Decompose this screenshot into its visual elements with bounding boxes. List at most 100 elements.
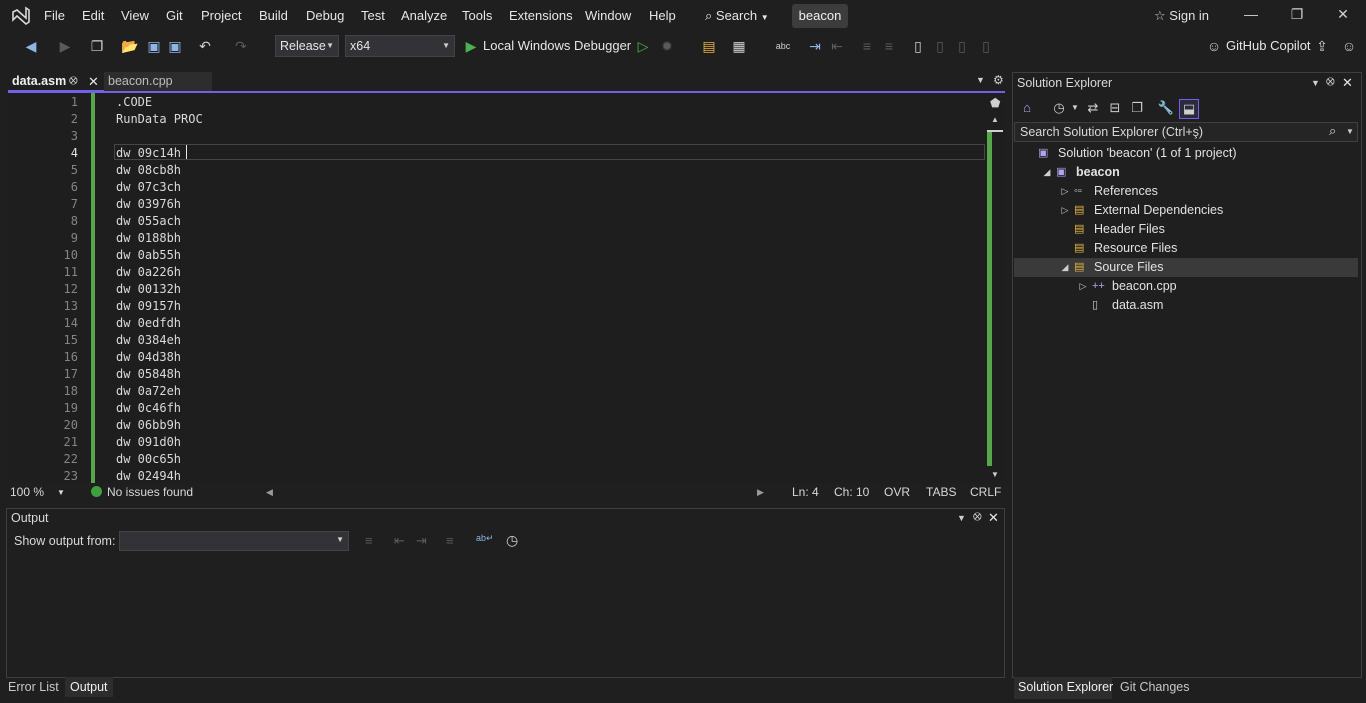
indent-icon[interactable]: ⇥ [806,37,824,55]
menu-help[interactable]: Help [649,8,676,23]
code-line[interactable]: 2 RunData PROC [8,111,988,128]
restore-icon[interactable]: ❐ [1287,6,1307,26]
code-line[interactable]: 9 dw 0188bh [8,230,988,247]
project-name-badge[interactable]: beacon [792,4,848,28]
menu-analyze[interactable]: Analyze [401,8,447,23]
pin-icon[interactable]: ⭙ [1326,76,1335,89]
properties-icon[interactable]: 🔧 [1157,99,1175,117]
scroll-left-icon[interactable]: ◀ [266,487,273,498]
minimize-icon[interactable]: — [1241,6,1261,26]
menu-tools[interactable]: Tools [462,8,492,23]
sync-icon[interactable]: ⇄ [1084,99,1102,117]
code-line[interactable]: 16 dw 04d38h [8,349,988,366]
menu-window[interactable]: Window [585,8,631,23]
code-line[interactable]: 7 dw 03976h [8,196,988,213]
menu-git[interactable]: Git [166,8,183,23]
panel-menu-icon[interactable]: ▼ [1311,78,1320,88]
expand-icon[interactable]: ▷ [1060,201,1070,220]
code-line[interactable]: 3 [8,128,988,145]
tree-item[interactable]: ◢ ▤ Source Files [1014,258,1358,277]
code-line[interactable]: 12 dw 00132h [8,281,988,298]
solution-folder-icon[interactable]: ▤ [700,37,718,55]
code-line[interactable]: 23 dw 02494h [8,468,988,483]
code-line[interactable]: 22 dw 00c65h [8,451,988,468]
menu-file[interactable]: File [44,8,65,23]
tree-item[interactable]: ▣ Solution 'beacon' (1 of 1 project) [1014,144,1358,163]
scrollbar-map[interactable] [987,130,992,466]
tab-git-changes[interactable]: Git Changes [1120,680,1189,694]
save-icon[interactable]: ▣ [145,37,163,55]
gear-icon[interactable]: ⚙ [993,73,1004,87]
tab-error-list[interactable]: Error List [8,680,59,694]
sign-in-button[interactable]: ☆ Sign in [1154,8,1209,24]
pin-icon[interactable]: ⭙ [69,75,78,88]
scroll-right-icon[interactable]: ▶ [757,487,764,498]
code-line[interactable]: 19 dw 0c46fh [8,400,988,417]
code-line[interactable]: 14 dw 0edfdh [8,315,988,332]
code-line[interactable]: 10 dw 0ab55h [8,247,988,264]
copilot-icon[interactable]: ☺ [1205,37,1223,55]
close-panel-icon[interactable]: ✕ [988,510,999,526]
overtype-indicator[interactable]: OVR [884,485,910,499]
menu-view[interactable]: View [121,8,149,23]
zoom-level[interactable]: 100 % [10,485,44,499]
menu-project[interactable]: Project [201,8,241,23]
split-view-icon[interactable]: ⬟ [990,96,1000,110]
tree-item[interactable]: ▷ ++ beacon.cpp [1014,277,1358,296]
close-icon[interactable]: ✕ [1333,6,1353,26]
feedback-icon[interactable]: ☺ [1340,37,1358,55]
tree-item[interactable]: ▤ Header Files [1014,220,1358,239]
bookmark-icon[interactable]: ▯ [909,37,927,55]
issues-status[interactable]: No issues found [107,485,193,499]
code-line[interactable]: 17 dw 05848h [8,366,988,383]
next-message-icon[interactable]: ⇥ [416,533,427,549]
line-indicator[interactable]: Ln: 4 [792,485,819,499]
find-message-icon[interactable]: ≡ [365,533,373,548]
close-panel-icon[interactable]: ✕ [1342,75,1353,91]
clear-all-icon[interactable]: ≡ [446,533,454,548]
menu-test[interactable]: Test [361,8,385,23]
code-line[interactable]: 1 .CODE [8,94,988,111]
indentation-indicator[interactable]: TABS [926,485,956,499]
open-folder-icon[interactable]: 📂 [121,37,139,55]
code-line[interactable]: 18 dw 0a72eh [8,383,988,400]
scroll-down-icon[interactable]: ▼ [991,470,999,479]
home-icon[interactable]: ⌂ [1018,99,1036,117]
tree-item[interactable]: ◢ ▣ beacon [1014,163,1358,182]
visual-studio-logo-icon[interactable] [10,5,32,27]
search-icon[interactable]: ⌕ [1329,123,1336,139]
hot-reload-icon[interactable]: ✹ [658,37,676,55]
start-debugging-button[interactable]: Local Windows Debugger [483,38,631,53]
code-line[interactable]: 15 dw 0384eh [8,332,988,349]
scrollbar-thumb[interactable] [987,130,1003,132]
close-tab-icon[interactable]: ✕ [88,74,99,90]
tree-item[interactable]: ▷ ◦▫ References [1014,182,1358,201]
code-line[interactable]: 11 dw 0a226h [8,264,988,281]
code-line[interactable]: 8 dw 055ach [8,213,988,230]
chevron-down-icon[interactable]: ▼ [1346,127,1354,136]
menu-build[interactable]: Build [259,8,288,23]
code-line[interactable]: 5 dw 08cb8h [8,162,988,179]
navigate-back-icon[interactable]: ◀ [22,37,40,55]
solution-platform-select[interactable]: x64 ▼ [345,35,455,57]
tree-item[interactable]: ▷ ▤ External Dependencies [1014,201,1358,220]
code-line[interactable]: 6 dw 07c3ch [8,179,988,196]
tree-item[interactable]: ▤ Resource Files [1014,239,1358,258]
output-source-select[interactable]: ▼ [119,531,349,551]
column-indicator[interactable]: Ch: 10 [834,485,869,499]
uncomment-icon[interactable]: ≡ [880,37,898,55]
layout-icon[interactable]: ▦ [730,37,748,55]
expanded-icon[interactable]: ◢ [1060,258,1070,277]
save-all-icon[interactable]: ▣ [166,37,184,55]
expand-icon[interactable]: ▷ [1060,182,1070,201]
word-wrap-icon[interactable]: ab↵ [476,533,494,544]
scroll-up-icon[interactable]: ▲ [991,115,999,124]
clock-icon[interactable]: ◷ [506,532,518,549]
clear-bookmarks-icon[interactable]: ▯ [977,37,995,55]
start-without-debugging-icon[interactable]: ▷ [634,37,652,55]
show-all-files-icon[interactable]: ❐ [1128,99,1146,117]
search-button[interactable]: ⌕ Search ▼ [705,8,769,24]
code-line[interactable]: 13 dw 09157h [8,298,988,315]
next-bookmark-icon[interactable]: ▯ [953,37,971,55]
expanded-icon[interactable]: ◢ [1042,163,1052,182]
